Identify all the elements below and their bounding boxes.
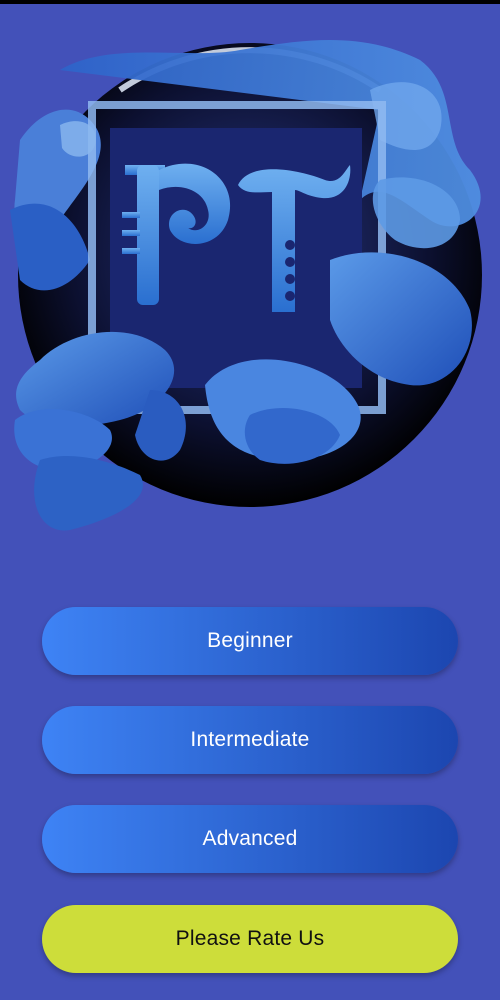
intermediate-button[interactable]: Intermediate	[42, 706, 458, 774]
advanced-button[interactable]: Advanced	[42, 805, 458, 873]
beginner-button[interactable]: Beginner	[42, 607, 458, 675]
pt-logo-icon	[10, 40, 482, 531]
app-logo	[0, 30, 500, 540]
rate-us-button[interactable]: Please Rate Us	[42, 905, 458, 973]
status-bar	[0, 0, 500, 4]
